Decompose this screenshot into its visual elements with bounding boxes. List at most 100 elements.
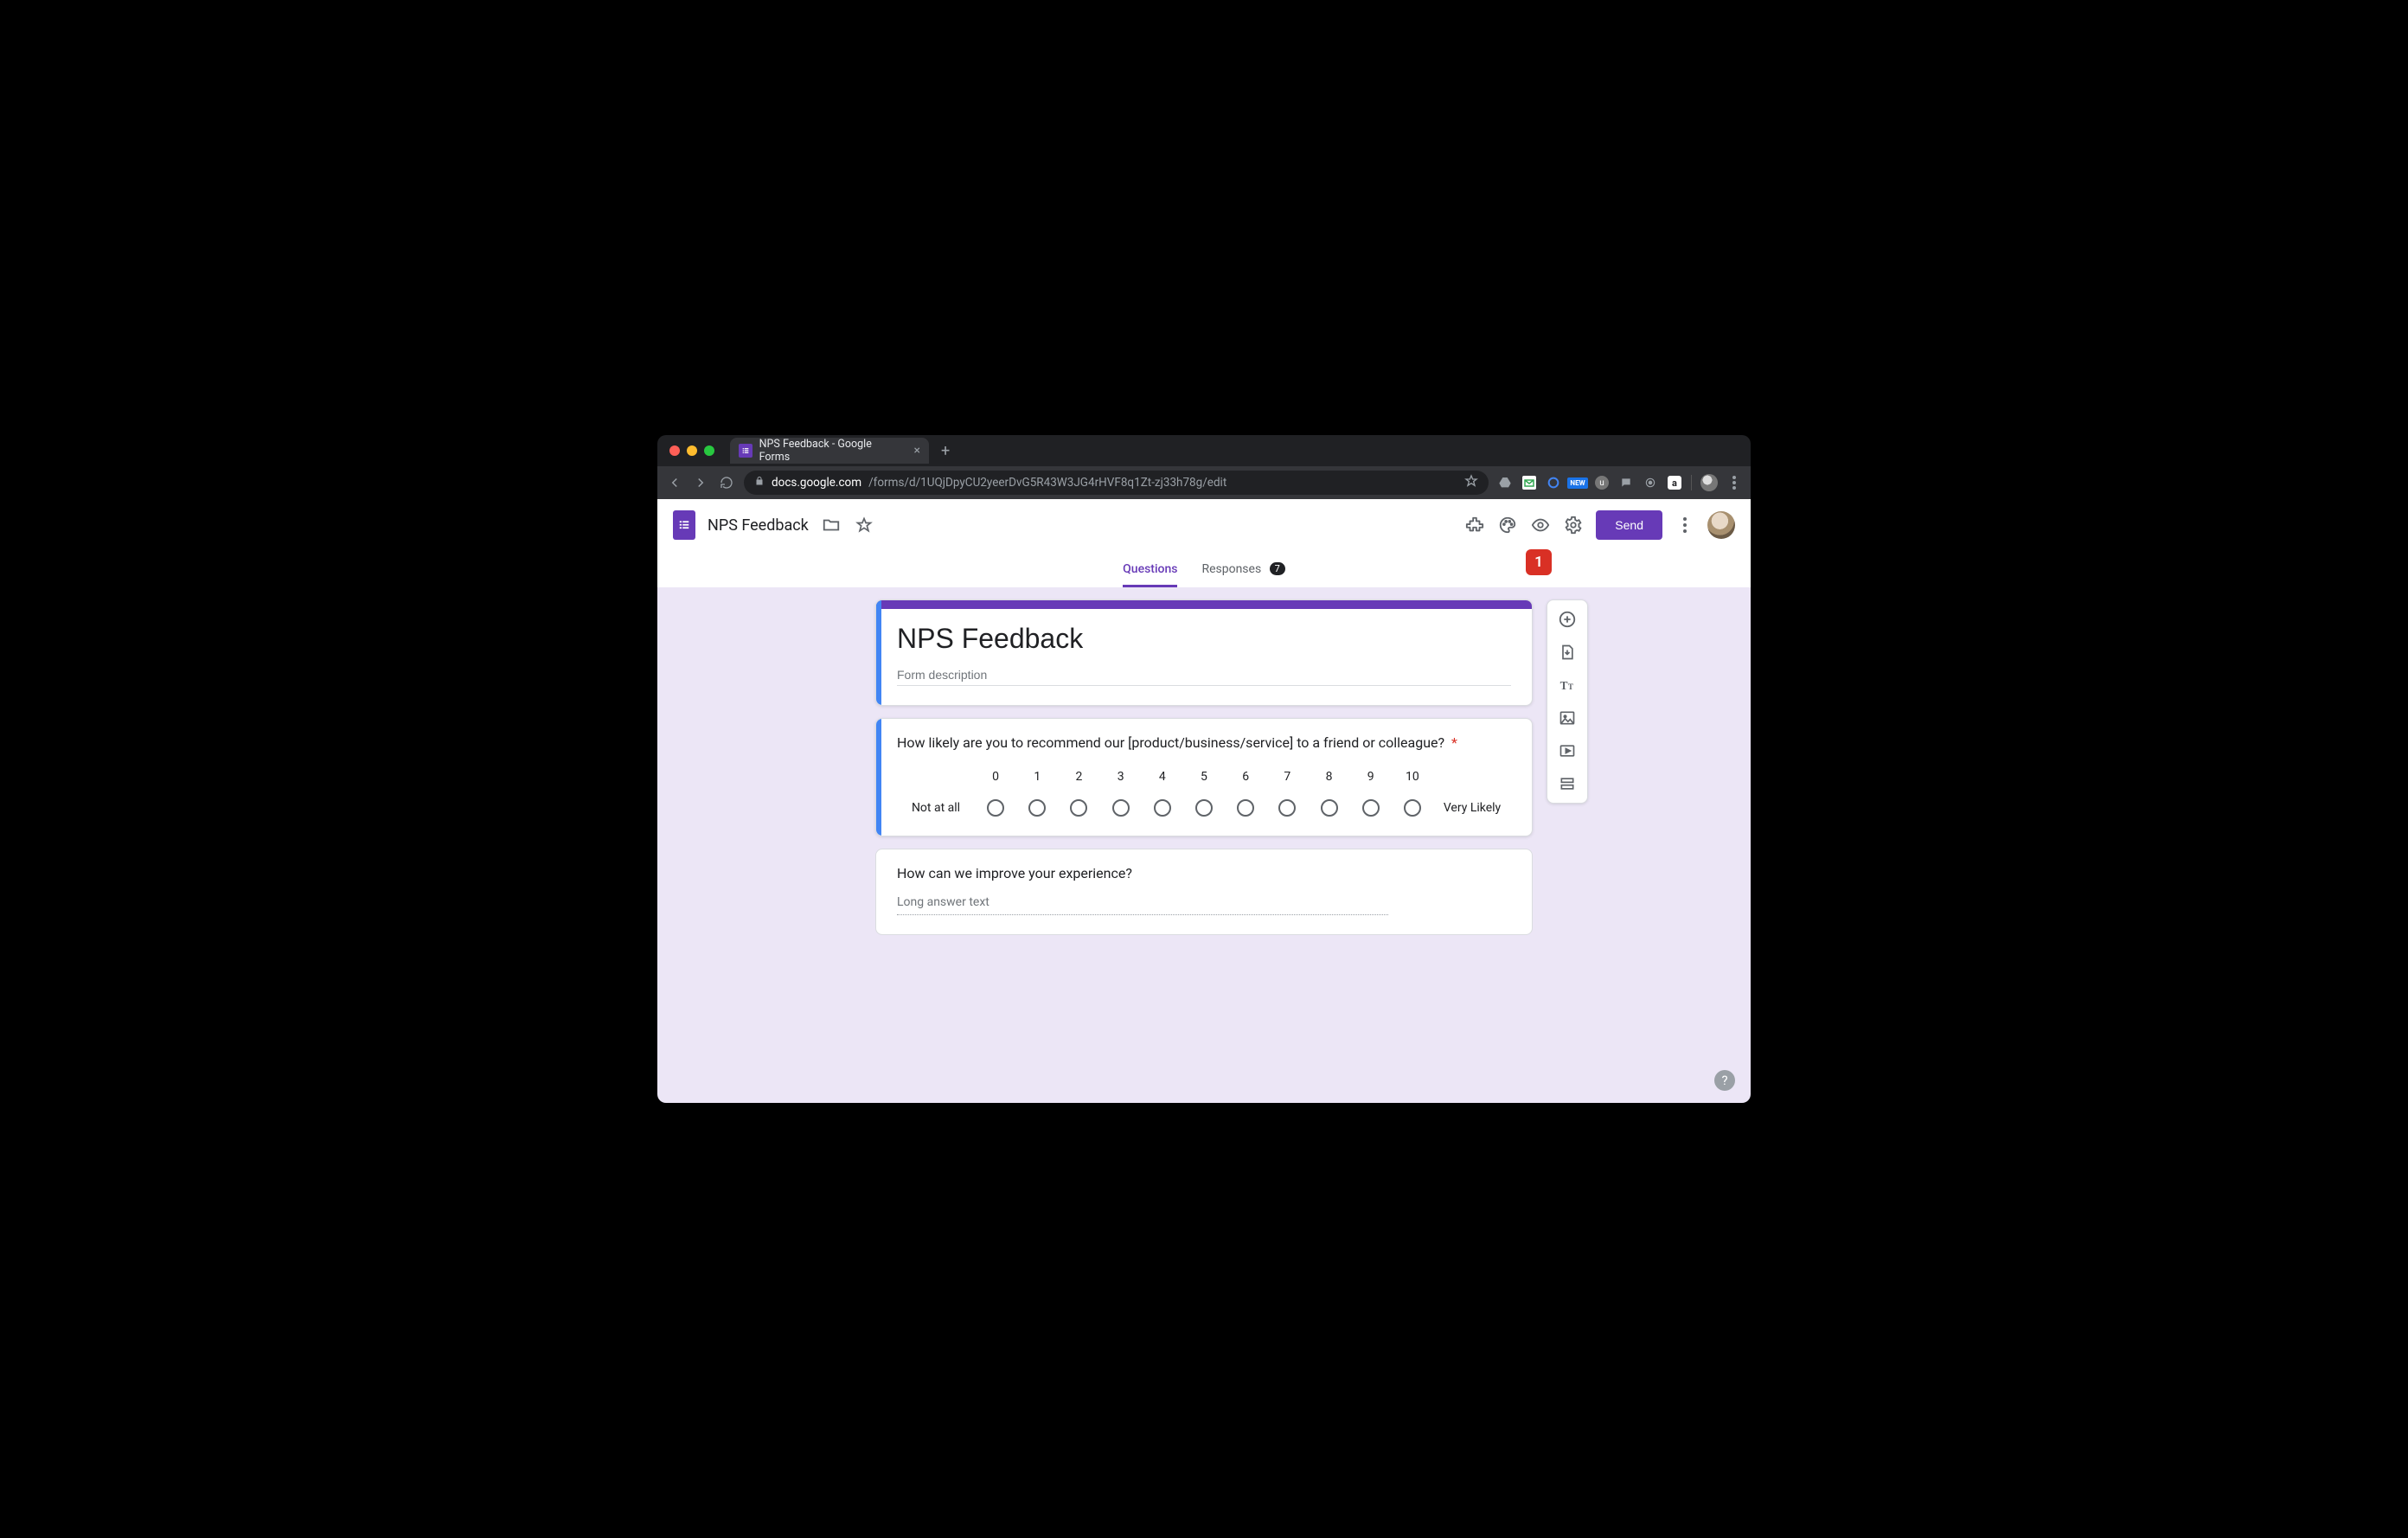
scale-radio-8[interactable]: [1321, 799, 1338, 817]
browser-tab[interactable]: NPS Feedback - Google Forms ×: [730, 438, 929, 464]
card-accent-bar: [876, 600, 1532, 609]
scale-number: 0: [992, 770, 999, 784]
tab-questions[interactable]: Questions: [1123, 562, 1177, 587]
send-button[interactable]: Send: [1596, 510, 1662, 540]
card-selected-bar: [876, 719, 881, 836]
scale-number: 9: [1367, 770, 1374, 784]
url-path: /forms/d/1UQjDpyCU2yeerDvG5R43W3JG4rHVF8…: [868, 476, 1226, 490]
scale-radio-6[interactable]: [1237, 799, 1254, 817]
ext-chat-icon[interactable]: [1618, 475, 1634, 490]
theme-palette-icon[interactable]: [1497, 515, 1518, 535]
add-title-icon[interactable]: TT: [1557, 675, 1578, 695]
browser-toolbar: docs.google.com/forms/d/1UQjDpyCU2yeerDv…: [657, 466, 1751, 499]
svg-text:T: T: [1560, 679, 1568, 692]
add-video-icon[interactable]: [1557, 740, 1578, 761]
browser-menu-icon[interactable]: [1726, 475, 1742, 490]
profile-avatar[interactable]: [1700, 474, 1718, 491]
question-toolbar: TT: [1547, 599, 1588, 804]
account-avatar[interactable]: [1707, 511, 1735, 539]
scale-radio-1[interactable]: [1028, 799, 1046, 817]
scale-radio-4[interactable]: [1154, 799, 1171, 817]
form-canvas: How likely are you to recommend our [pro…: [657, 587, 1751, 1103]
scale-radio-0[interactable]: [987, 799, 1004, 817]
question-card-improve[interactable]: How can we improve your experience? Long…: [875, 849, 1533, 935]
scale-number: 7: [1284, 770, 1290, 784]
question-card-nps[interactable]: How likely are you to recommend our [pro…: [875, 718, 1533, 836]
separator: [1691, 475, 1692, 490]
address-bar[interactable]: docs.google.com/forms/d/1UQjDpyCU2yeerDv…: [744, 471, 1489, 495]
back-button[interactable]: [666, 475, 683, 490]
scale-number: 5: [1201, 770, 1207, 784]
editor-tabs: Questions Responses 7: [657, 551, 1751, 587]
close-window-button[interactable]: [669, 445, 680, 456]
forward-button[interactable]: [692, 475, 709, 490]
form-title-input[interactable]: [897, 621, 1511, 661]
forms-logo-icon[interactable]: [673, 510, 695, 540]
scale-radio-2[interactable]: [1070, 799, 1087, 817]
ext-mail-icon[interactable]: [1521, 475, 1537, 490]
question-text: How likely are you to recommend our [pro…: [897, 734, 1511, 751]
scale-number: 2: [1076, 770, 1083, 784]
scale-low-label: Not at all: [912, 801, 960, 815]
document-title[interactable]: NPS Feedback: [708, 516, 809, 535]
ext-dot-icon[interactable]: [1643, 475, 1658, 490]
scale-number: 8: [1326, 770, 1333, 784]
tab-responses-label: Responses: [1201, 562, 1261, 576]
form-column: How likely are you to recommend our [pro…: [875, 599, 1533, 935]
scale-radio-9[interactable]: [1362, 799, 1380, 817]
more-menu-icon[interactable]: [1675, 515, 1695, 535]
scale-number: 10: [1406, 770, 1419, 784]
scale-radio-5[interactable]: [1195, 799, 1213, 817]
lock-icon: [754, 476, 765, 490]
maximize-window-button[interactable]: [704, 445, 714, 456]
add-image-icon[interactable]: [1557, 708, 1578, 728]
scale-number: 3: [1118, 770, 1124, 784]
linear-scale: 0 1 2 3 4 5 6 7 8 9 10 Not at: [897, 770, 1511, 817]
form-description-input[interactable]: [897, 661, 1511, 686]
help-button[interactable]: ?: [1714, 1070, 1735, 1091]
scale-high-label: Very Likely: [1444, 801, 1501, 815]
preview-eye-icon[interactable]: [1530, 515, 1551, 535]
question-text: How can we improve your experience?: [897, 865, 1511, 881]
ext-drive-icon[interactable]: [1497, 475, 1513, 490]
bookmark-star-icon[interactable]: [1464, 474, 1478, 491]
browser-window: NPS Feedback - Google Forms × + docs.goo…: [657, 435, 1751, 1103]
forms-app: NPS Feedback Send Questions Responses 7 …: [657, 499, 1751, 1103]
add-section-icon[interactable]: [1557, 773, 1578, 794]
annotation-badge: 1: [1526, 549, 1552, 575]
scale-radio-7[interactable]: [1278, 799, 1296, 817]
form-title-card[interactable]: [875, 599, 1533, 706]
reload-button[interactable]: [718, 476, 735, 490]
ext-u-icon[interactable]: u: [1594, 475, 1610, 490]
scale-radio-3[interactable]: [1112, 799, 1130, 817]
scale-number: 4: [1159, 770, 1166, 784]
svg-text:T: T: [1568, 682, 1573, 691]
minimize-window-button[interactable]: [687, 445, 697, 456]
import-questions-icon[interactable]: [1557, 642, 1578, 663]
settings-gear-icon[interactable]: [1563, 515, 1584, 535]
required-mark: *: [1451, 734, 1457, 751]
window-traffic-lights: [669, 445, 714, 456]
add-question-icon[interactable]: [1557, 609, 1578, 630]
browser-tabbar: NPS Feedback - Google Forms × +: [657, 435, 1751, 466]
move-to-folder-icon[interactable]: [821, 515, 842, 535]
long-answer-placeholder: Long answer text: [897, 881, 1388, 915]
app-header: NPS Feedback Send: [657, 499, 1751, 551]
responses-count-badge: 7: [1270, 562, 1285, 575]
new-tab-button[interactable]: +: [936, 442, 955, 460]
close-tab-icon[interactable]: ×: [914, 444, 920, 458]
url-host: docs.google.com: [772, 476, 861, 490]
scale-radio-10[interactable]: [1404, 799, 1421, 817]
card-selected-bar: [876, 600, 881, 705]
ext-a-icon[interactable]: a: [1667, 475, 1682, 490]
scale-number: 1: [1034, 770, 1041, 784]
addons-icon[interactable]: [1464, 515, 1485, 535]
ext-new-icon[interactable]: NEW: [1570, 475, 1585, 490]
forms-favicon-icon: [739, 444, 752, 458]
tab-responses[interactable]: Responses 7: [1201, 562, 1284, 587]
star-icon[interactable]: [854, 515, 874, 535]
extension-icons: NEW u a: [1497, 474, 1742, 491]
scale-number: 6: [1242, 770, 1249, 784]
browser-tab-title: NPS Feedback - Google Forms: [759, 438, 902, 464]
ext-circle-icon[interactable]: [1546, 475, 1561, 490]
